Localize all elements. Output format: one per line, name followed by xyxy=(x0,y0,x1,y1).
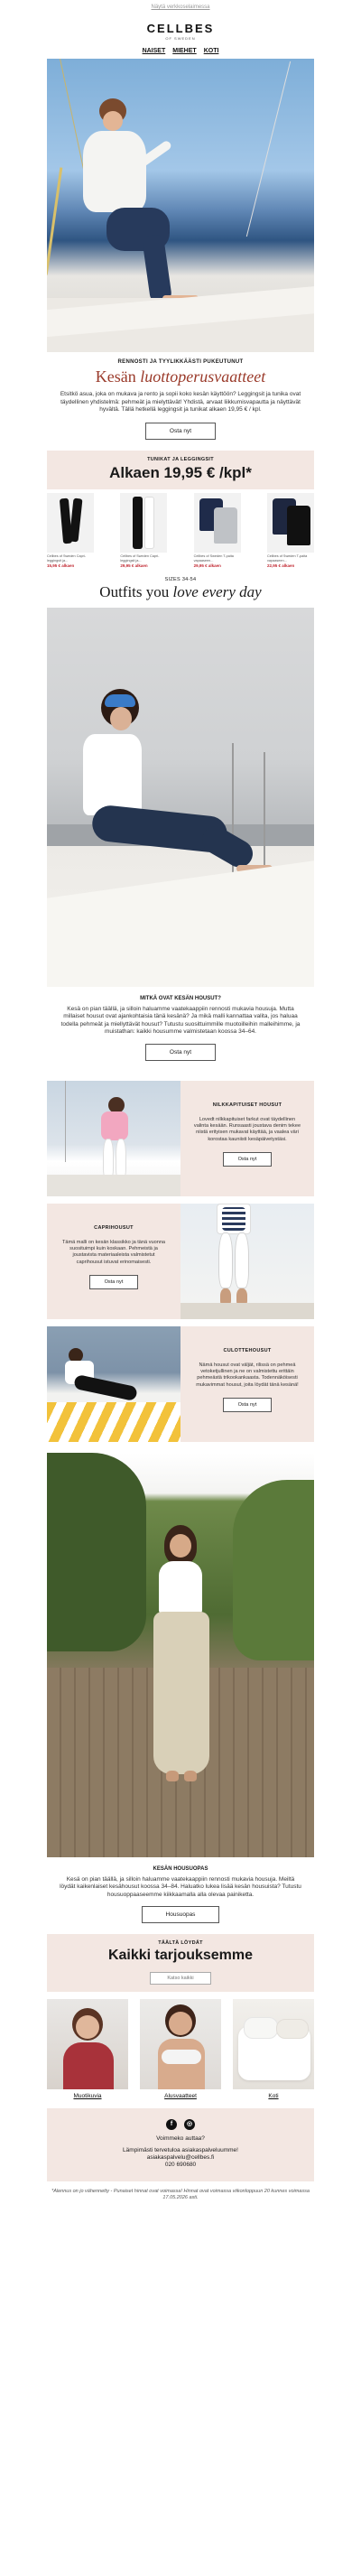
category-fashion-image[interactable] xyxy=(47,1999,128,2089)
ankle-trousers-text: NILKKAPITUISET HOUSUT Lovedt nilkkapitui… xyxy=(180,1080,314,1196)
deals-kicker: TÄÄLTÄ LÖYDÄT xyxy=(158,1940,203,1946)
category-lingerie[interactable]: Alusvaatteet xyxy=(140,1999,221,2099)
nav-item-home[interactable]: KOTI xyxy=(204,48,219,54)
product-name: Cellbes of Sweden Capri-leggingsit ja... xyxy=(120,553,160,563)
product-price: 29,95 € alkaen xyxy=(193,563,221,568)
footer-email[interactable]: asiakaspalvelu@cellbes.fi xyxy=(47,2154,314,2162)
product-image[interactable] xyxy=(193,492,241,553)
brand-logo[interactable]: CELLBES OF SWEDEN xyxy=(0,22,361,41)
hero-image[interactable] xyxy=(47,59,314,352)
intro-body: Etsitkö asua, joka on mukava ja rento ja… xyxy=(60,391,301,413)
product-name: Cellbes of Sweden T-paita vapaaseen... xyxy=(193,553,234,563)
culotte-text: CULOTTEHOUSUT Nämä housut ovat väljät, r… xyxy=(180,1325,314,1442)
intro-shop-button[interactable]: Osta nyt xyxy=(144,422,217,440)
product-name: Cellbes of Sweden Capri-leggingsit ja... xyxy=(47,553,87,563)
nav-item-women[interactable]: NAISET xyxy=(143,48,166,54)
ankle-trousers-body: Lovedt nilkkapituiset farkut ovat täydel… xyxy=(193,1116,301,1142)
deals-title: Kaikki tarjouksemme xyxy=(107,1948,254,1963)
category-home[interactable]: Koti xyxy=(233,1999,314,2099)
guide-kicker: KESÄN HOUSUOPAS xyxy=(153,1865,208,1872)
offer-kicker: TUNIKAT JA LEGGINGSIT xyxy=(147,456,214,462)
guide-button[interactable]: Housuopas xyxy=(141,1906,220,1923)
brand-sub: OF SWEDEN xyxy=(165,36,196,41)
sizes-label: SIZES 34-54 xyxy=(164,576,197,582)
footer: f ◎ Voimmeko auttaa? Lämpimästi tervetul… xyxy=(47,2108,314,2181)
culotte-image[interactable] xyxy=(47,1325,180,1442)
capri-title: CAPRIHOUSUT xyxy=(94,1224,134,1231)
category-fashion-link[interactable]: Muotikuvia xyxy=(47,2093,128,2099)
social-links: f ◎ xyxy=(47,2119,314,2130)
trousers-hero-image[interactable] xyxy=(47,607,314,987)
outfits-title: Outfits you love every day xyxy=(99,582,262,600)
product-price: 29,95 € alkaen xyxy=(120,563,148,568)
product-price: 22,95 € alkaen xyxy=(266,563,295,568)
ankle-trousers-image[interactable] xyxy=(47,1080,180,1196)
ankle-trousers-block: NILKKAPITUISET HOUSUT Lovedt nilkkapitui… xyxy=(47,1080,314,1196)
footer-phone[interactable]: 020 690680 xyxy=(47,2162,314,2169)
product-image[interactable] xyxy=(266,492,314,553)
trousers-body: Kesä on pian täällä, ja silloin haluamme… xyxy=(60,1005,301,1036)
legal-note: *Alennus on jo vähennetty - Punaiset hin… xyxy=(51,2189,310,2200)
intro-kicker: RENNOSTI JA TYYLIKKÄÄSTI PUKEUTUNUT xyxy=(117,359,244,365)
view-in-browser-link[interactable]: Näytä verkkoselaimessa xyxy=(0,0,361,13)
email-page: Näytä verkkoselaimessa CELLBES OF SWEDEN… xyxy=(0,0,361,2576)
trousers-shop-button[interactable]: Osta nyt xyxy=(144,1043,217,1061)
footer-greeting: Voimmeko auttaa? xyxy=(156,2135,205,2142)
product-name: Cellbes of Sweden T-paita vapaaseen... xyxy=(266,553,308,563)
guide-body: Kesä on pian täällä, ja silloin haluamme… xyxy=(60,1875,301,1898)
category-fashion[interactable]: Muotikuvia xyxy=(47,1999,128,2099)
product-card[interactable]: Cellbes of Sweden Capri-leggingsit ja...… xyxy=(120,492,168,568)
category-home-link[interactable]: Koti xyxy=(233,2093,314,2099)
intro-title: Kesän luottoperusvaatteet xyxy=(95,367,266,386)
offer-title: Alkaen 19,95 € /kpl* xyxy=(109,463,252,481)
product-card[interactable]: Cellbes of Sweden Capri-leggingsit ja...… xyxy=(47,492,94,568)
capri-button[interactable]: Osta nyt xyxy=(88,1275,139,1290)
main-nav: NAISET MIEHET KOTI xyxy=(0,48,361,54)
culotte-body: Nämä housut ovat väljät, rilissä on pehm… xyxy=(196,1362,299,1388)
product-card[interactable]: Cellbes of Sweden T-paita vapaaseen... 2… xyxy=(266,492,314,568)
product-image[interactable] xyxy=(120,492,168,553)
ankle-trousers-button[interactable]: Osta nyt xyxy=(222,1152,273,1167)
capri-image[interactable] xyxy=(180,1203,314,1319)
capri-text: CAPRIHOUSUT Tämä malli on kesän klassikk… xyxy=(47,1203,180,1319)
footer-welcome: Lämpimästi tervetuloa asiakaspalveluumme… xyxy=(123,2147,238,2153)
category-row: Muotikuvia Alusvaatteet Koti xyxy=(47,1999,314,2099)
ankle-trousers-title: NILKKAPITUISET HOUSUT xyxy=(212,1102,282,1108)
product-card[interactable]: Cellbes of Sweden T-paita vapaaseen... 2… xyxy=(193,492,241,568)
guide-hero-image[interactable] xyxy=(47,1452,314,1857)
category-lingerie-link[interactable]: Alusvaatteet xyxy=(140,2093,221,2099)
footer-info: Lämpimästi tervetuloa asiakaspalveluumme… xyxy=(47,2147,314,2169)
capri-body: Tämä malli on kesän klassikko ja tänä vu… xyxy=(61,1239,166,1265)
category-home-image[interactable] xyxy=(233,1999,314,2089)
culotte-button[interactable]: Osta nyt xyxy=(222,1398,273,1413)
facebook-icon[interactable]: f xyxy=(166,2119,177,2130)
deals-band: TÄÄLTÄ LÖYDÄT Kaikki tarjouksemme Katso … xyxy=(47,1934,314,1992)
trousers-kicker: MITKÄ OVAT KESÄN HOUSUT? xyxy=(140,995,221,1001)
deals-button[interactable]: Katso kaikki xyxy=(150,1972,211,1985)
capri-block: CAPRIHOUSUT Tämä malli on kesän klassikk… xyxy=(47,1203,314,1319)
culotte-title: CULOTTEHOUSUT xyxy=(223,1347,272,1353)
product-image[interactable] xyxy=(47,492,94,553)
brand-name: CELLBES xyxy=(146,22,215,35)
culotte-block: CULOTTEHOUSUT Nämä housut ovat väljät, r… xyxy=(47,1325,314,1442)
product-price: 15,95 € alkaen xyxy=(47,563,75,568)
nav-item-men[interactable]: MIEHET xyxy=(172,48,196,54)
product-grid: Cellbes of Sweden Capri-leggingsit ja...… xyxy=(47,492,314,568)
offer-band[interactable]: TUNIKAT JA LEGGINGSIT Alkaen 19,95 € /kp… xyxy=(47,450,314,489)
category-lingerie-image[interactable] xyxy=(140,1999,221,2089)
instagram-icon[interactable]: ◎ xyxy=(184,2119,195,2130)
